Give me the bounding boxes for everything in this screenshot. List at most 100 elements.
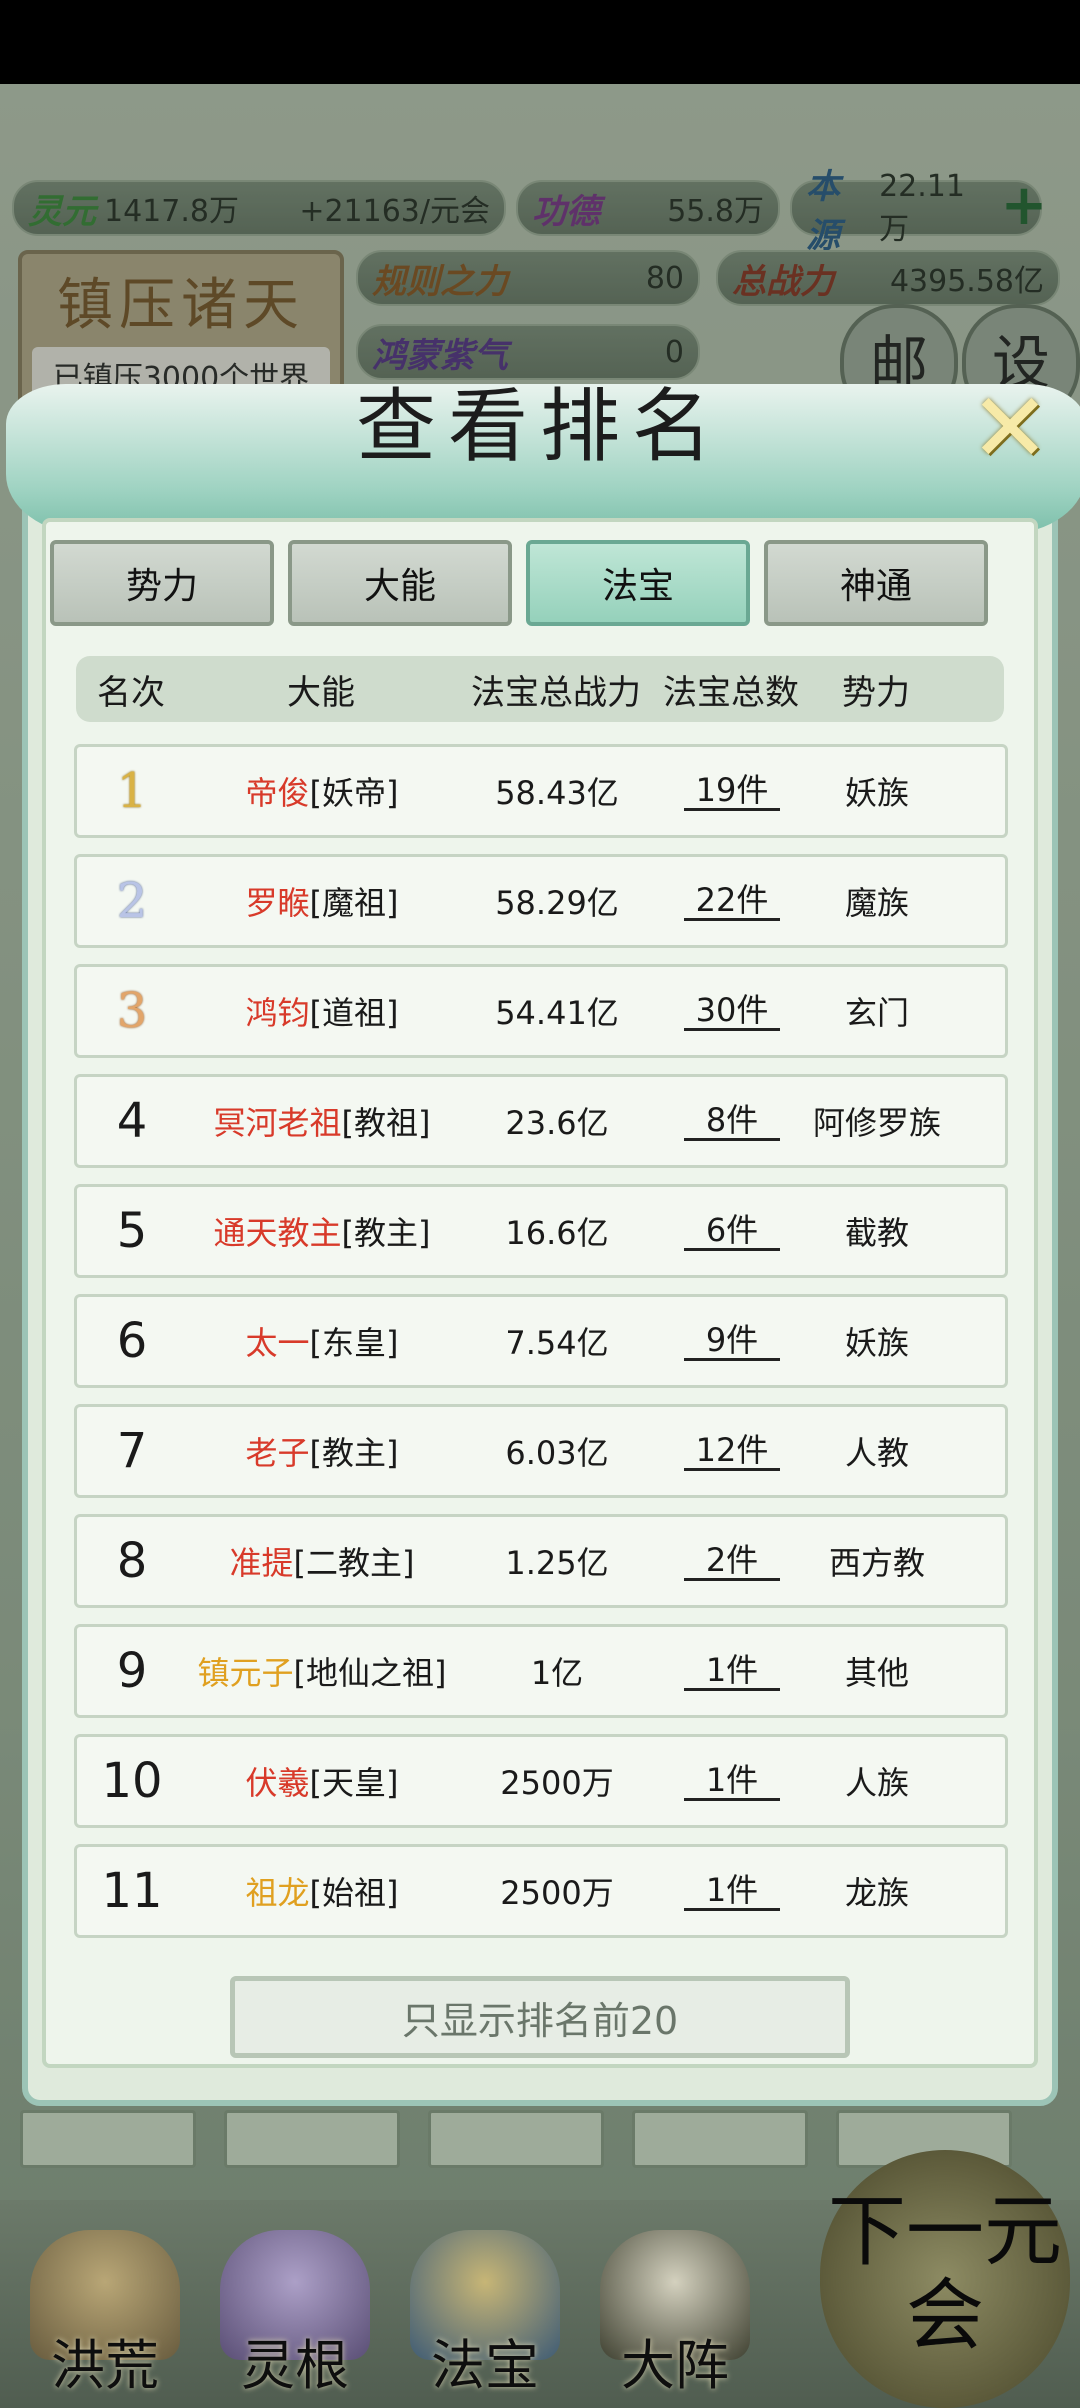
nav-fabao[interactable]: 法宝 — [400, 2230, 570, 2400]
table-row[interactable]: 3 鸿钧[道祖] 54.41亿 30件 玄门 — [74, 964, 1008, 1058]
count-link[interactable]: 8件 — [684, 1102, 780, 1141]
count-link[interactable]: 1件 — [684, 1762, 780, 1801]
title-text: [教主] — [309, 1434, 399, 1472]
name-text: 老子 — [245, 1434, 310, 1472]
power-cell: 6.03亿 — [505, 1434, 609, 1472]
name-text: 鸿钧 — [245, 994, 310, 1032]
nav-label: 大阵 — [621, 2334, 729, 2397]
slot — [20, 2110, 196, 2168]
header-name: 大能 — [287, 672, 355, 713]
table-row[interactable]: 11 祖龙[始祖] 2500万 1件 龙族 — [74, 1844, 1008, 1938]
name-cell: 通天教主[教主] — [187, 1208, 457, 1254]
header-power: 法宝总战力 — [471, 672, 641, 713]
next-era-label: 下一元会 — [827, 2187, 1062, 2361]
power-cell: 1亿 — [530, 1654, 584, 1692]
name-text: 通天教主 — [213, 1214, 342, 1252]
count-link[interactable]: 1件 — [684, 1872, 780, 1911]
name-text: 太一 — [245, 1324, 310, 1362]
power-cell: 2500万 — [500, 1764, 614, 1802]
count-link[interactable]: 19件 — [684, 772, 780, 811]
name-text: 罗睺 — [245, 884, 310, 922]
power-cell: 16.6亿 — [505, 1214, 609, 1252]
table-header: 名次 大能 法宝总战力 法宝总数 势力 — [76, 656, 1004, 722]
faction-cell: 玄门 — [844, 994, 909, 1032]
title-text: [始祖] — [309, 1874, 399, 1912]
nav-label: 洪荒 — [51, 2334, 159, 2397]
count-cell: 12件 — [657, 1431, 807, 1471]
only-top20-button[interactable]: 只显示排名前20 — [230, 1976, 850, 2058]
nav-dazhen[interactable]: 大阵 — [590, 2230, 760, 2400]
nav-honghuang[interactable]: 洪荒 — [20, 2230, 190, 2400]
count-cell: 1件 — [657, 1651, 807, 1691]
count-cell: 1件 — [657, 1761, 807, 1801]
table-row[interactable]: 7 老子[教主] 6.03亿 12件 人教 — [74, 1404, 1008, 1498]
nav-label: 法宝 — [431, 2334, 539, 2397]
title-text: [东皇] — [309, 1324, 399, 1362]
faction-cell: 截教 — [844, 1214, 909, 1252]
rank-number: 2 — [116, 873, 148, 929]
power-cell: 23.6亿 — [505, 1104, 609, 1142]
count-link[interactable]: 2件 — [684, 1542, 780, 1581]
count-link[interactable]: 1件 — [684, 1652, 780, 1691]
power-cell: 1.25亿 — [505, 1544, 609, 1582]
power-cell: 7.54亿 — [505, 1324, 609, 1362]
table-row[interactable]: 6 太一[东皇] 7.54亿 9件 妖族 — [74, 1294, 1008, 1388]
table-row[interactable]: 9 镇元子[地仙之祖] 1亿 1件 其他 — [74, 1624, 1008, 1718]
count-link[interactable]: 9件 — [684, 1322, 780, 1361]
ranking-tabs: 势力 大能 法宝 神通 — [50, 540, 1010, 630]
rank-number: 4 — [116, 1093, 148, 1149]
tab-fabao[interactable]: 法宝 — [526, 540, 750, 626]
ranking-list[interactable]: 1 帝俊[妖帝] 58.43亿 19件 妖族 2 罗睺[魔祖] 58.29亿 2… — [74, 744, 1008, 1952]
rank-number: 7 — [116, 1423, 148, 1479]
title-text: [二教主] — [293, 1544, 415, 1582]
faction-cell: 西方教 — [828, 1544, 925, 1582]
table-row[interactable]: 2 罗睺[魔祖] 58.29亿 22件 魔族 — [74, 854, 1008, 948]
faction-cell: 其他 — [844, 1654, 909, 1692]
rank-number: 11 — [101, 1863, 163, 1919]
nav-linggen[interactable]: 灵根 — [210, 2230, 380, 2400]
power-cell: 54.41亿 — [495, 994, 619, 1032]
close-icon[interactable]: ✕ — [960, 378, 1060, 478]
count-link[interactable]: 22件 — [684, 882, 780, 921]
count-cell: 9件 — [657, 1321, 807, 1361]
count-link[interactable]: 6件 — [684, 1212, 780, 1251]
name-cell: 伏羲[天皇] — [187, 1758, 457, 1804]
title-text: [地仙之祖] — [293, 1654, 447, 1692]
title-text: [妖帝] — [309, 774, 399, 812]
rank-number: 5 — [116, 1203, 148, 1259]
name-cell: 罗睺[魔祖] — [187, 878, 457, 924]
name-cell: 镇元子[地仙之祖] — [187, 1648, 457, 1694]
rank-number: 10 — [101, 1753, 163, 1809]
count-cell: 6件 — [657, 1211, 807, 1251]
table-row[interactable]: 1 帝俊[妖帝] 58.43亿 19件 妖族 — [74, 744, 1008, 838]
tab-shentong[interactable]: 神通 — [764, 540, 988, 626]
tab-shili[interactable]: 势力 — [50, 540, 274, 626]
faction-cell: 魔族 — [844, 884, 909, 922]
table-row[interactable]: 4 冥河老祖[教祖] 23.6亿 8件 阿修罗族 — [74, 1074, 1008, 1168]
count-link[interactable]: 30件 — [684, 992, 780, 1031]
slot — [428, 2110, 604, 2168]
name-cell: 老子[教主] — [187, 1428, 457, 1474]
dialog-title: 查看排名 — [356, 380, 724, 473]
tab-daneng[interactable]: 大能 — [288, 540, 512, 626]
count-cell: 22件 — [657, 881, 807, 921]
count-cell: 19件 — [657, 771, 807, 811]
table-row[interactable]: 10 伏羲[天皇] 2500万 1件 人族 — [74, 1734, 1008, 1828]
count-link[interactable]: 12件 — [684, 1432, 780, 1471]
rank-number: 6 — [116, 1313, 148, 1369]
power-cell: 58.43亿 — [495, 774, 619, 812]
rank-number: 8 — [116, 1533, 148, 1589]
nav-label: 灵根 — [241, 2334, 349, 2397]
title-text: [魔祖] — [309, 884, 399, 922]
title-text: [道祖] — [309, 994, 399, 1032]
title-text: [教祖] — [341, 1104, 431, 1142]
title-text: [天皇] — [309, 1764, 399, 1802]
next-era-button[interactable]: 下一元会 — [820, 2150, 1070, 2408]
count-cell: 30件 — [657, 991, 807, 1031]
name-cell: 准提[二教主] — [187, 1538, 457, 1584]
table-row[interactable]: 5 通天教主[教主] 16.6亿 6件 截教 — [74, 1184, 1008, 1278]
count-cell: 2件 — [657, 1541, 807, 1581]
title-text: [教主] — [341, 1214, 431, 1252]
rank-number: 3 — [116, 983, 148, 1039]
table-row[interactable]: 8 准提[二教主] 1.25亿 2件 西方教 — [74, 1514, 1008, 1608]
